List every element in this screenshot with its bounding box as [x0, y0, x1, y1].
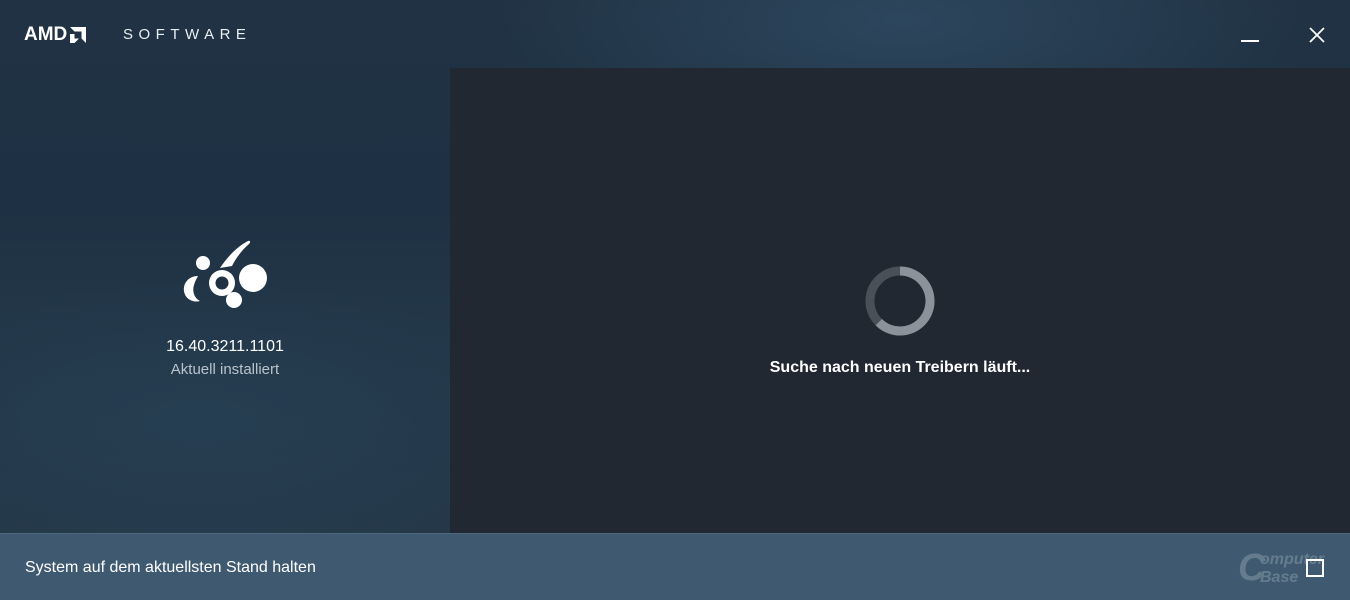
installed-status-label: Aktuell installiert [170, 361, 280, 378]
watermark-line2: Base [1260, 569, 1299, 586]
close-button[interactable] [1302, 20, 1332, 50]
title-bar: AMD SOFTWARE [0, 0, 1350, 68]
amd-brand-text: AMD [24, 24, 68, 45]
footer-bar: System auf dem aktuellsten Stand halten … [0, 533, 1350, 600]
minimize-icon [1241, 40, 1259, 42]
minimize-button[interactable] [1235, 20, 1265, 50]
search-status-text: Suche nach neuen Treibern läuft... [769, 359, 1031, 376]
installed-version: 16.40.3211.1101 [166, 338, 284, 355]
driver-search-panel: Suche nach neuen Treibern läuft... [450, 68, 1350, 533]
loading-spinner-icon [865, 266, 935, 336]
amd-arrow-icon [70, 27, 87, 43]
keep-updated-checkbox[interactable] [1306, 559, 1324, 577]
keep-updated-label: System auf dem aktuellsten Stand halten [25, 559, 316, 576]
amd-logo: AMD [24, 24, 87, 46]
radeon-driver-icon [183, 240, 267, 308]
close-icon [1309, 27, 1325, 43]
computerbase-watermark: C omputer Base [1238, 547, 1342, 595]
product-name: SOFTWARE [123, 26, 252, 43]
installed-driver-panel: 16.40.3211.1101 Aktuell installiert [0, 68, 450, 533]
